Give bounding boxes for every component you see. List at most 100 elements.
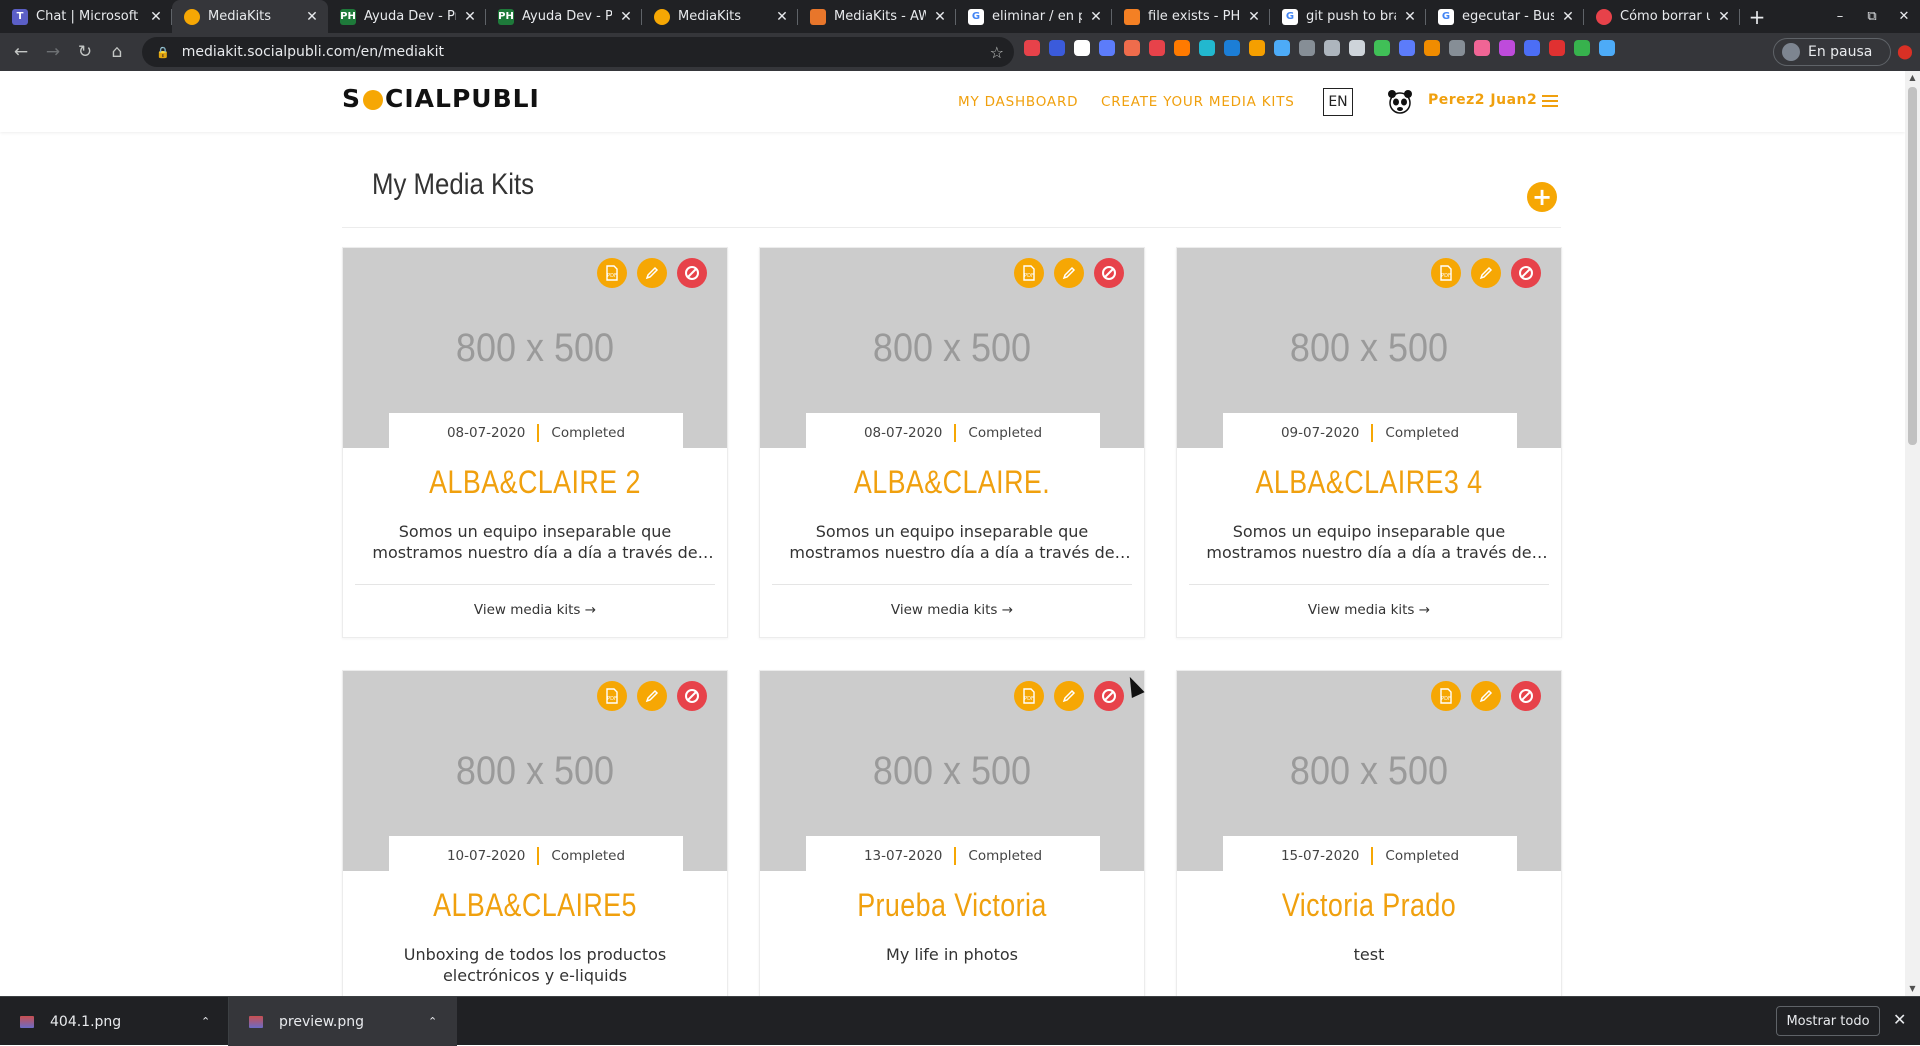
extension-icon[interactable] <box>1574 40 1590 56</box>
close-window-icon[interactable]: ✕ <box>1888 0 1920 33</box>
add-media-kit-button[interactable]: + <box>1527 182 1557 212</box>
extension-icon[interactable] <box>1474 40 1490 56</box>
nav-create-media-kits[interactable]: CREATE YOUR MEDIA KITS <box>1101 94 1295 110</box>
card-title[interactable]: ALBA&CLAIRE 2 <box>374 464 697 501</box>
chevron-up-icon[interactable]: ⌃ <box>201 1015 210 1028</box>
browser-tab[interactable]: MediaKits ✕ <box>642 0 798 33</box>
delete-ban-icon[interactable] <box>677 681 707 711</box>
tab-close-icon[interactable]: ✕ <box>462 9 478 25</box>
extension-icon[interactable] <box>1324 40 1340 56</box>
edit-pencil-icon[interactable] <box>1054 681 1084 711</box>
card-title[interactable]: Prueba Victoria <box>791 887 1114 924</box>
extension-icon[interactable] <box>1224 40 1240 56</box>
panda-avatar-icon[interactable] <box>1387 89 1413 115</box>
show-all-downloads-button[interactable]: Mostrar todo <box>1776 1006 1880 1036</box>
extension-icon[interactable] <box>1174 40 1190 56</box>
extension-icon[interactable] <box>1549 40 1565 56</box>
tab-close-icon[interactable]: ✕ <box>1560 9 1576 25</box>
tab-close-icon[interactable]: ✕ <box>1402 9 1418 25</box>
card-title[interactable]: ALBA&CLAIRE. <box>791 464 1114 501</box>
extension-icon[interactable] <box>1449 40 1465 56</box>
browser-tab[interactable]: Gegecutar - Busc ✕ <box>1426 0 1584 33</box>
browser-tab[interactable]: PH Ayuda Dev - Pro ✕ <box>486 0 642 33</box>
back-icon[interactable]: ← <box>5 36 37 68</box>
restore-icon[interactable]: ⧉ <box>1856 0 1888 33</box>
pdf-download-icon[interactable]: PDF <box>1014 681 1044 711</box>
extension-icon[interactable] <box>1099 40 1115 56</box>
extension-icon[interactable] <box>1124 40 1140 56</box>
browser-tab[interactable]: Geliminar / en ph ✕ <box>956 0 1112 33</box>
scroll-down-icon[interactable]: ▼ <box>1905 982 1920 996</box>
tab-close-icon[interactable]: ✕ <box>774 9 790 25</box>
extension-icon[interactable] <box>1499 40 1515 56</box>
download-item[interactable]: 404.1.png ⌃ <box>0 997 228 1046</box>
card-title[interactable]: Victoria Prado <box>1208 887 1531 924</box>
edit-pencil-icon[interactable] <box>1471 258 1501 288</box>
new-tab-icon[interactable]: + <box>1740 0 1774 33</box>
pdf-download-icon[interactable]: PDF <box>597 681 627 711</box>
extension-icon[interactable] <box>1024 40 1040 56</box>
extension-icon[interactable] <box>1249 40 1265 56</box>
browser-tab[interactable]: T Chat | Microsoft ✕ <box>0 0 172 33</box>
tab-close-icon[interactable]: ✕ <box>1088 9 1104 25</box>
edit-pencil-icon[interactable] <box>637 258 667 288</box>
hamburger-menu-icon[interactable] <box>1542 95 1558 107</box>
extension-icon[interactable] <box>1424 40 1440 56</box>
download-item[interactable]: preview.png ⌃ <box>229 997 457 1046</box>
bookmark-star-icon[interactable]: ☆ <box>990 43 1004 62</box>
edit-pencil-icon[interactable] <box>637 681 667 711</box>
extension-icon[interactable] <box>1074 40 1090 56</box>
tab-close-icon[interactable]: ✕ <box>1716 9 1732 25</box>
browser-menu-icon[interactable]: ⬤ <box>1890 33 1920 71</box>
pdf-download-icon[interactable]: PDF <box>1431 681 1461 711</box>
chevron-up-icon[interactable]: ⌃ <box>428 1015 437 1028</box>
edit-pencil-icon[interactable] <box>1471 681 1501 711</box>
url-text[interactable]: mediakit.socialpubli.com/en/mediakit <box>182 44 990 60</box>
card-title[interactable]: ALBA&CLAIRE3 4 <box>1208 464 1531 501</box>
extension-icon[interactable] <box>1399 40 1415 56</box>
delete-ban-icon[interactable] <box>1511 258 1541 288</box>
extension-icon[interactable] <box>1349 40 1365 56</box>
language-selector[interactable]: EN <box>1323 88 1353 116</box>
user-name[interactable]: Perez2 Juan2 <box>1428 92 1537 108</box>
profile-button[interactable]: En pausa <box>1773 38 1891 66</box>
pdf-download-icon[interactable]: PDF <box>1014 258 1044 288</box>
close-download-bar-icon[interactable]: ✕ <box>1893 1010 1906 1029</box>
edit-pencil-icon[interactable] <box>1054 258 1084 288</box>
tab-close-icon[interactable]: ✕ <box>618 9 634 25</box>
extension-icon[interactable] <box>1199 40 1215 56</box>
lock-icon[interactable]: 🔒 <box>156 46 170 59</box>
home-icon[interactable]: ⌂ <box>101 36 133 68</box>
reload-icon[interactable]: ↻ <box>69 36 101 68</box>
delete-ban-icon[interactable] <box>1094 258 1124 288</box>
browser-tab[interactable]: MediaKits ✕ <box>172 0 328 33</box>
tab-close-icon[interactable]: ✕ <box>1246 9 1262 25</box>
extension-icon[interactable] <box>1149 40 1165 56</box>
scroll-up-icon[interactable]: ▲ <box>1905 71 1920 85</box>
browser-tab[interactable]: Ggit push to bra ✕ <box>1270 0 1426 33</box>
browser-tab[interactable]: MediaKits - AWS ✕ <box>798 0 956 33</box>
extension-icon[interactable] <box>1599 40 1615 56</box>
delete-ban-icon[interactable] <box>1511 681 1541 711</box>
pdf-download-icon[interactable]: PDF <box>1431 258 1461 288</box>
extension-icon[interactable] <box>1049 40 1065 56</box>
tab-close-icon[interactable]: ✕ <box>932 9 948 25</box>
minimize-icon[interactable]: – <box>1824 0 1856 33</box>
extension-icon[interactable] <box>1299 40 1315 56</box>
pdf-download-icon[interactable]: PDF <box>597 258 627 288</box>
browser-tab[interactable]: file exists - PHP ✕ <box>1112 0 1270 33</box>
tab-close-icon[interactable]: ✕ <box>148 9 164 25</box>
scrollbar-thumb[interactable] <box>1908 87 1917 445</box>
extension-icon[interactable] <box>1274 40 1290 56</box>
socialpubli-logo[interactable]: S CIALPUBLI <box>342 84 540 113</box>
delete-ban-icon[interactable] <box>1094 681 1124 711</box>
card-title[interactable]: ALBA&CLAIRE5 <box>374 887 697 924</box>
view-media-kits-link[interactable]: View media kits → <box>760 602 1144 618</box>
view-media-kits-link[interactable]: View media kits → <box>1177 602 1561 618</box>
browser-tab[interactable]: Cómo borrar un ✕ <box>1584 0 1740 33</box>
extension-icon[interactable] <box>1374 40 1390 56</box>
address-bar[interactable]: 🔒 mediakit.socialpubli.com/en/mediakit ☆ <box>142 37 1014 67</box>
forward-icon[interactable]: → <box>37 36 69 68</box>
nav-my-dashboard[interactable]: MY DASHBOARD <box>958 94 1078 110</box>
page-scrollbar[interactable]: ▲ ▼ <box>1905 71 1920 996</box>
